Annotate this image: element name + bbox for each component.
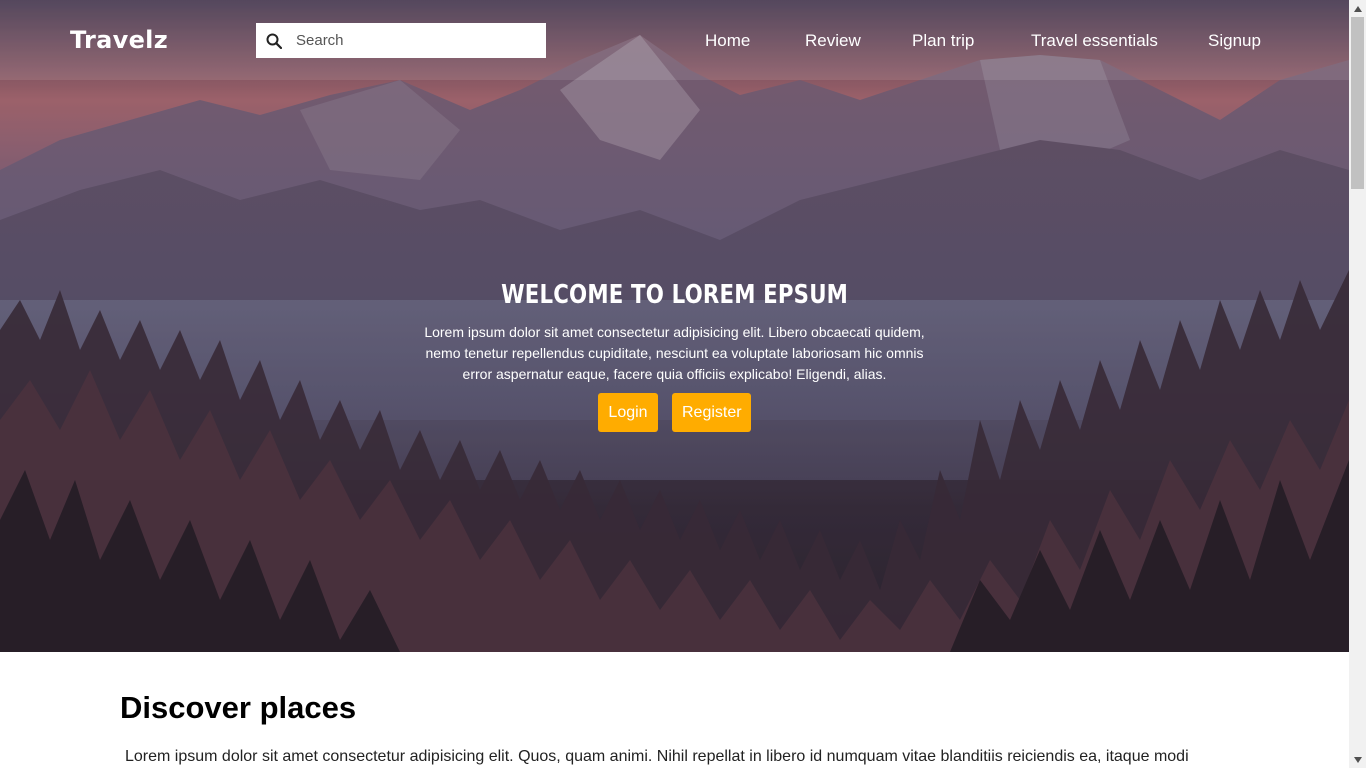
nav-link-signup[interactable]: Signup <box>1208 31 1261 51</box>
hero-buttons: Login Register <box>0 393 1349 432</box>
hero-content: Welcome to Lorem Epsum Lorem ipsum dolor… <box>0 280 1349 432</box>
nav-link-home[interactable]: Home <box>705 31 750 51</box>
register-button[interactable]: Register <box>672 393 751 432</box>
scrollbar-thumb[interactable] <box>1351 17 1364 189</box>
hero-title: Welcome to Lorem Epsum <box>501 280 848 310</box>
hero-section: Travelz Home Review Plan trip Travel ess… <box>0 0 1349 652</box>
scroll-down-arrow-icon[interactable] <box>1349 751 1366 768</box>
hero-description: Lorem ipsum dolor sit amet consectetur a… <box>424 324 925 382</box>
scroll-up-arrow-icon[interactable] <box>1349 0 1366 17</box>
page-scrollbar[interactable] <box>1349 0 1366 768</box>
top-navbar: Travelz Home Review Plan trip Travel ess… <box>0 0 1349 80</box>
nav-link-travel-essentials[interactable]: Travel essentials <box>1031 31 1158 51</box>
nav-menu: Home Review Plan trip Travel essentials … <box>0 31 1349 55</box>
nav-link-review[interactable]: Review <box>805 31 861 51</box>
discover-title: Discover places <box>120 690 357 725</box>
page: Travelz Home Review Plan trip Travel ess… <box>0 0 1349 768</box>
discover-section: Discover places Lorem ipsum dolor sit am… <box>0 652 1349 768</box>
login-button[interactable]: Login <box>598 393 658 432</box>
discover-description: Lorem ipsum dolor sit amet consectetur a… <box>125 748 1189 765</box>
nav-link-plan-trip[interactable]: Plan trip <box>912 31 974 51</box>
